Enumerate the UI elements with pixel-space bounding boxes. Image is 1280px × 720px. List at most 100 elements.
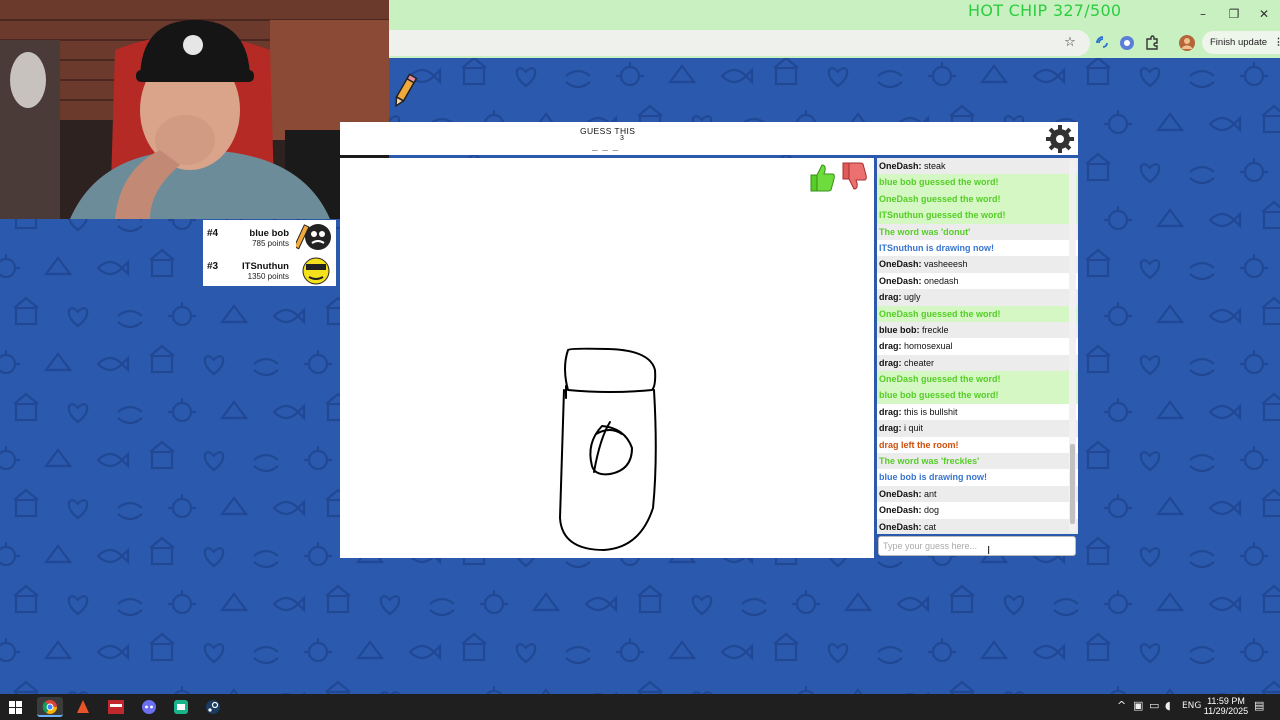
player-card-itsnuthun: #3 ITSnuthun 1350 points [203,253,336,286]
chat-message: The word was 'freckles' [877,453,1078,470]
chat-username: OneDash: [879,488,922,499]
chat-message: OneDash: vasheeesh [877,256,1078,273]
finish-update-label: Finish update [1210,37,1268,48]
player-rank: #3 [207,261,219,272]
chat-log: OneDash: steak blue bob guessed the word!… [877,158,1078,534]
chat-text: ant [924,488,937,499]
chat-scrollbar-thumb[interactable] [1070,444,1075,524]
chat-username: OneDash: [879,275,922,286]
player-avatar [296,224,331,250]
chat-text: steak [924,161,946,171]
menu-dots-icon: ⋮ [1273,37,1280,48]
chat-username: OneDash: [879,521,922,532]
chat-message: drag: this is bullshit [877,404,1078,420]
chat-message: OneDash: onedash [877,273,1078,289]
chat-message: OneDash guessed the word! [877,371,1078,388]
windows-taskbar: ^ ▣ ▭ ◖ ENG 11:59 PM 11/29/2025 ▤ [0,694,1280,720]
text-cursor-icon: I [987,544,991,557]
chat-text: this is bullshit [904,406,958,417]
chat-username: drag: [879,341,902,352]
steam-taskbar-icon[interactable] [200,697,226,717]
chat-message: OneDash guessed the word! [877,305,1078,322]
chat-message: drag left the room! [879,439,959,450]
player-score: 1350 points [247,272,289,281]
extension-icon[interactable] [1118,34,1136,52]
star-icon[interactable]: ☆ [1061,34,1079,52]
chat-message: ITSnuthun is drawing now! [879,242,994,253]
chat-username: drag: [879,357,902,368]
close-window-button[interactable]: ✕ [1254,5,1274,23]
taskbar-time[interactable]: 11:59 PM [1204,696,1248,706]
thumbs-down-icon[interactable] [839,161,869,193]
finish-update-button[interactable]: Finish update ⋮ [1202,31,1280,54]
tray-volume-icon[interactable]: ◖ [1165,699,1171,712]
chat-text: dog [924,505,940,516]
chat-text: cheater [904,357,935,368]
player-avatar [302,257,330,285]
webcam-feed [0,0,389,219]
discord-taskbar-icon[interactable] [136,697,162,717]
chat-text: vasheeesh [924,259,968,270]
chat-username: drag: [879,423,902,434]
chat-message: blue bob guessed the word! [877,174,1078,191]
cast-icon[interactable] [1094,34,1112,52]
chat-message: drag: ugly [877,289,1078,306]
chrome-taskbar-icon[interactable] [37,697,63,717]
restore-button[interactable]: ❐ [1224,5,1244,23]
windows-start-icon[interactable] [9,701,22,714]
chat-username: OneDash: [879,161,922,171]
chat-text: i quit [904,423,924,434]
chat-username: drag: [879,292,902,303]
thumbs-up-icon[interactable] [807,161,837,193]
chat-message: blue bob: freckle [877,321,1078,339]
address-bar[interactable] [370,30,1090,56]
word-letter-count: 3 [620,135,624,142]
chat-message: OneDash: steak [877,158,1078,175]
chat-message: drag: homosexual [877,338,1078,354]
profile-avatar-icon[interactable] [1178,34,1196,52]
pencil-icon [395,73,418,108]
chat-message: OneDash guessed the word! [877,190,1078,208]
chat-message: The word was 'donut' [877,223,1078,240]
chat-message: OneDash: dog [877,502,1078,518]
tray-app-icon[interactable]: ▣ [1133,699,1143,712]
guess-this-label: GUESS THIS [580,126,636,136]
chat-message: ITSnuthun guessed the word! [877,207,1078,224]
guess-input[interactable] [878,536,1076,556]
chat-message: drag: cheater [877,354,1078,372]
chat-text: freckle [922,324,949,335]
app-taskbar-icon[interactable] [70,697,96,717]
chat-text: cat [924,521,937,532]
puzzle-icon[interactable] [1143,34,1161,52]
chat-text: homosexual [904,341,953,352]
chat-text: ugly [904,292,921,303]
app-taskbar-icon[interactable] [103,697,129,717]
chat-message: OneDash: cat [877,518,1078,534]
tray-chevron-up-icon[interactable]: ^ [1117,699,1126,712]
chat-message: blue bob guessed the word! [877,387,1078,404]
chat-username: OneDash: [879,259,922,270]
player-name: ITSnuthun [242,261,289,272]
minimize-button[interactable]: – [1193,5,1213,23]
drawing-strokes [559,347,657,551]
settings-gear-icon[interactable] [1045,124,1075,154]
tray-language[interactable]: ENG [1182,701,1201,711]
app-taskbar-icon[interactable] [168,697,194,717]
word-blanks: _ _ _ [592,141,620,152]
player-score: 785 points [252,239,289,248]
drawing-canvas[interactable] [340,158,874,558]
chat-username: OneDash: [879,505,922,516]
tray-network-icon[interactable]: ▭ [1149,699,1159,712]
chat-text: onedash [924,275,959,286]
notification-icon[interactable]: ▤ [1254,699,1264,712]
player-name: blue bob [249,228,289,239]
chat-message: OneDash: ant [877,485,1078,503]
chat-username: blue bob: [879,324,920,335]
chat-scrollbar[interactable] [1069,160,1076,532]
game-header-bar: GUESS THIS 3 _ _ _ [340,122,1078,155]
chat-message: drag: i quit [877,420,1078,437]
player-rank: #4 [207,228,219,239]
chat-message: blue bob is drawing now! [879,472,987,483]
chat-username: drag: [879,406,902,417]
taskbar-date[interactable]: 11/29/2025 [1200,706,1252,716]
